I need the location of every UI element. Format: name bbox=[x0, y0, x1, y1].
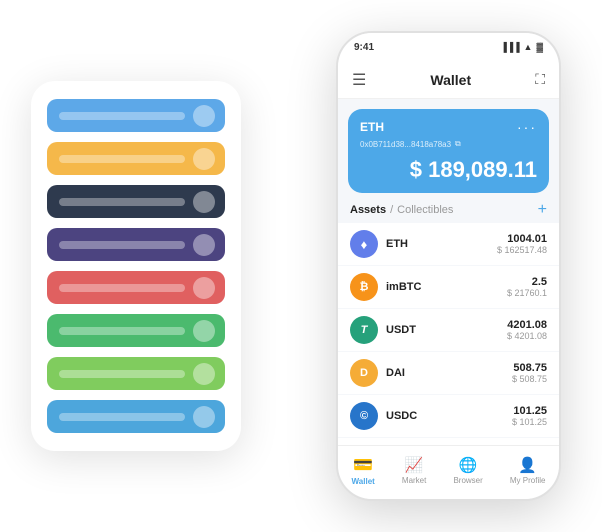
asset-usd: $ 101.25 bbox=[512, 417, 547, 427]
scan-icon[interactable]: ⛶ bbox=[535, 71, 545, 88]
asset-amount: 101.25 bbox=[512, 405, 547, 417]
wallet-nav-icon: 💳 bbox=[353, 455, 373, 475]
eth-card-address: 0x0B711d38...8418a78a3 ⧉ bbox=[360, 139, 537, 149]
currency-symbol: $ bbox=[410, 157, 422, 182]
list-item[interactable] bbox=[47, 271, 225, 304]
asset-amount: 508.75 bbox=[512, 362, 547, 374]
background-card bbox=[31, 81, 241, 451]
top-nav: ☰ Wallet ⛶ bbox=[338, 61, 559, 99]
assets-tabs: Assets / Collectibles + bbox=[338, 193, 559, 223]
list-item[interactable] bbox=[47, 228, 225, 261]
list-item[interactable] bbox=[47, 357, 225, 390]
table-row[interactable]: D DAI 508.75 $ 508.75 bbox=[338, 352, 559, 395]
asset-amount: 1004.01 bbox=[497, 233, 547, 245]
status-icons: ▐▐▐ ▲ ▓ bbox=[500, 42, 543, 52]
asset-symbol: USDC bbox=[386, 410, 504, 422]
dai-icon: D bbox=[350, 359, 378, 387]
asset-symbol: DAI bbox=[386, 367, 504, 379]
asset-usd: $ 4201.08 bbox=[507, 331, 547, 341]
eth-amount-value: 189,089.11 bbox=[428, 157, 537, 182]
eth-card[interactable]: ETH ··· 0x0B711d38...8418a78a3 ⧉ $ 189,0… bbox=[348, 109, 549, 193]
asset-amount: 2.5 bbox=[507, 276, 547, 288]
page-title: Wallet bbox=[430, 72, 471, 88]
asset-list: ♦ ETH 1004.01 $ 162517.48 ₿ imBTC bbox=[338, 223, 559, 445]
table-row[interactable]: ₿ imBTC 2.5 $ 21760.1 bbox=[338, 266, 559, 309]
phone-mockup: 9:41 ▐▐▐ ▲ ▓ ☰ Wallet ⛶ ETH ··· 0x0B711d bbox=[336, 31, 561, 501]
profile-nav-label: My Profile bbox=[510, 476, 546, 485]
list-item[interactable] bbox=[47, 314, 225, 347]
profile-nav-icon: 👤 bbox=[518, 456, 537, 474]
usdt-icon: T bbox=[350, 316, 378, 344]
market-nav-icon: 📈 bbox=[405, 456, 424, 474]
wallet-nav-label: Wallet bbox=[352, 477, 375, 486]
browser-nav-label: Browser bbox=[453, 476, 482, 485]
asset-usd: $ 21760.1 bbox=[507, 288, 547, 298]
nav-wallet[interactable]: 💳 Wallet bbox=[352, 455, 375, 486]
tab-collectibles[interactable]: Collectibles bbox=[397, 204, 453, 216]
imbtc-icon: ₿ bbox=[350, 273, 378, 301]
table-row[interactable]: ♦ ETH 1004.01 $ 162517.48 bbox=[338, 223, 559, 266]
status-bar: 9:41 ▐▐▐ ▲ ▓ bbox=[338, 33, 559, 61]
tab-separator: / bbox=[390, 204, 393, 216]
browser-nav-icon: 🌐 bbox=[459, 456, 478, 474]
asset-amount: 4201.08 bbox=[507, 319, 547, 331]
nav-market[interactable]: 📈 Market bbox=[402, 456, 426, 485]
table-row[interactable]: © USDC 101.25 $ 101.25 bbox=[338, 395, 559, 438]
copy-icon[interactable]: ⧉ bbox=[455, 139, 461, 149]
asset-usd: $ 508.75 bbox=[512, 374, 547, 384]
list-item[interactable] bbox=[47, 142, 225, 175]
eth-card-title: ETH bbox=[360, 120, 384, 134]
scene: 9:41 ▐▐▐ ▲ ▓ ☰ Wallet ⛶ ETH ··· 0x0B711d bbox=[11, 11, 591, 521]
nav-browser[interactable]: 🌐 Browser bbox=[453, 456, 482, 485]
menu-icon[interactable]: ☰ bbox=[352, 70, 366, 90]
list-item[interactable] bbox=[47, 185, 225, 218]
phone-content: ETH ··· 0x0B711d38...8418a78a3 ⧉ $ 189,0… bbox=[338, 99, 559, 445]
asset-symbol: ETH bbox=[386, 238, 489, 250]
bottom-nav: 💳 Wallet 📈 Market 🌐 Browser 👤 My Profile bbox=[338, 445, 559, 499]
eth-card-menu-dots[interactable]: ··· bbox=[517, 119, 537, 135]
add-asset-button[interactable]: + bbox=[538, 201, 547, 219]
tab-assets[interactable]: Assets bbox=[350, 204, 386, 216]
usdc-icon: © bbox=[350, 402, 378, 430]
status-time: 9:41 bbox=[354, 42, 374, 53]
nav-profile[interactable]: 👤 My Profile bbox=[510, 456, 546, 485]
list-item[interactable] bbox=[47, 400, 225, 433]
market-nav-label: Market bbox=[402, 476, 426, 485]
table-row[interactable]: T USDT 4201.08 $ 4201.08 bbox=[338, 309, 559, 352]
eth-card-amount: $ 189,089.11 bbox=[360, 157, 537, 183]
asset-symbol: USDT bbox=[386, 324, 499, 336]
asset-usd: $ 162517.48 bbox=[497, 245, 547, 255]
eth-icon: ♦ bbox=[350, 230, 378, 258]
list-item[interactable] bbox=[47, 99, 225, 132]
table-row[interactable]: 🐦 TFT 13 0 bbox=[338, 438, 559, 445]
asset-symbol: imBTC bbox=[386, 281, 499, 293]
